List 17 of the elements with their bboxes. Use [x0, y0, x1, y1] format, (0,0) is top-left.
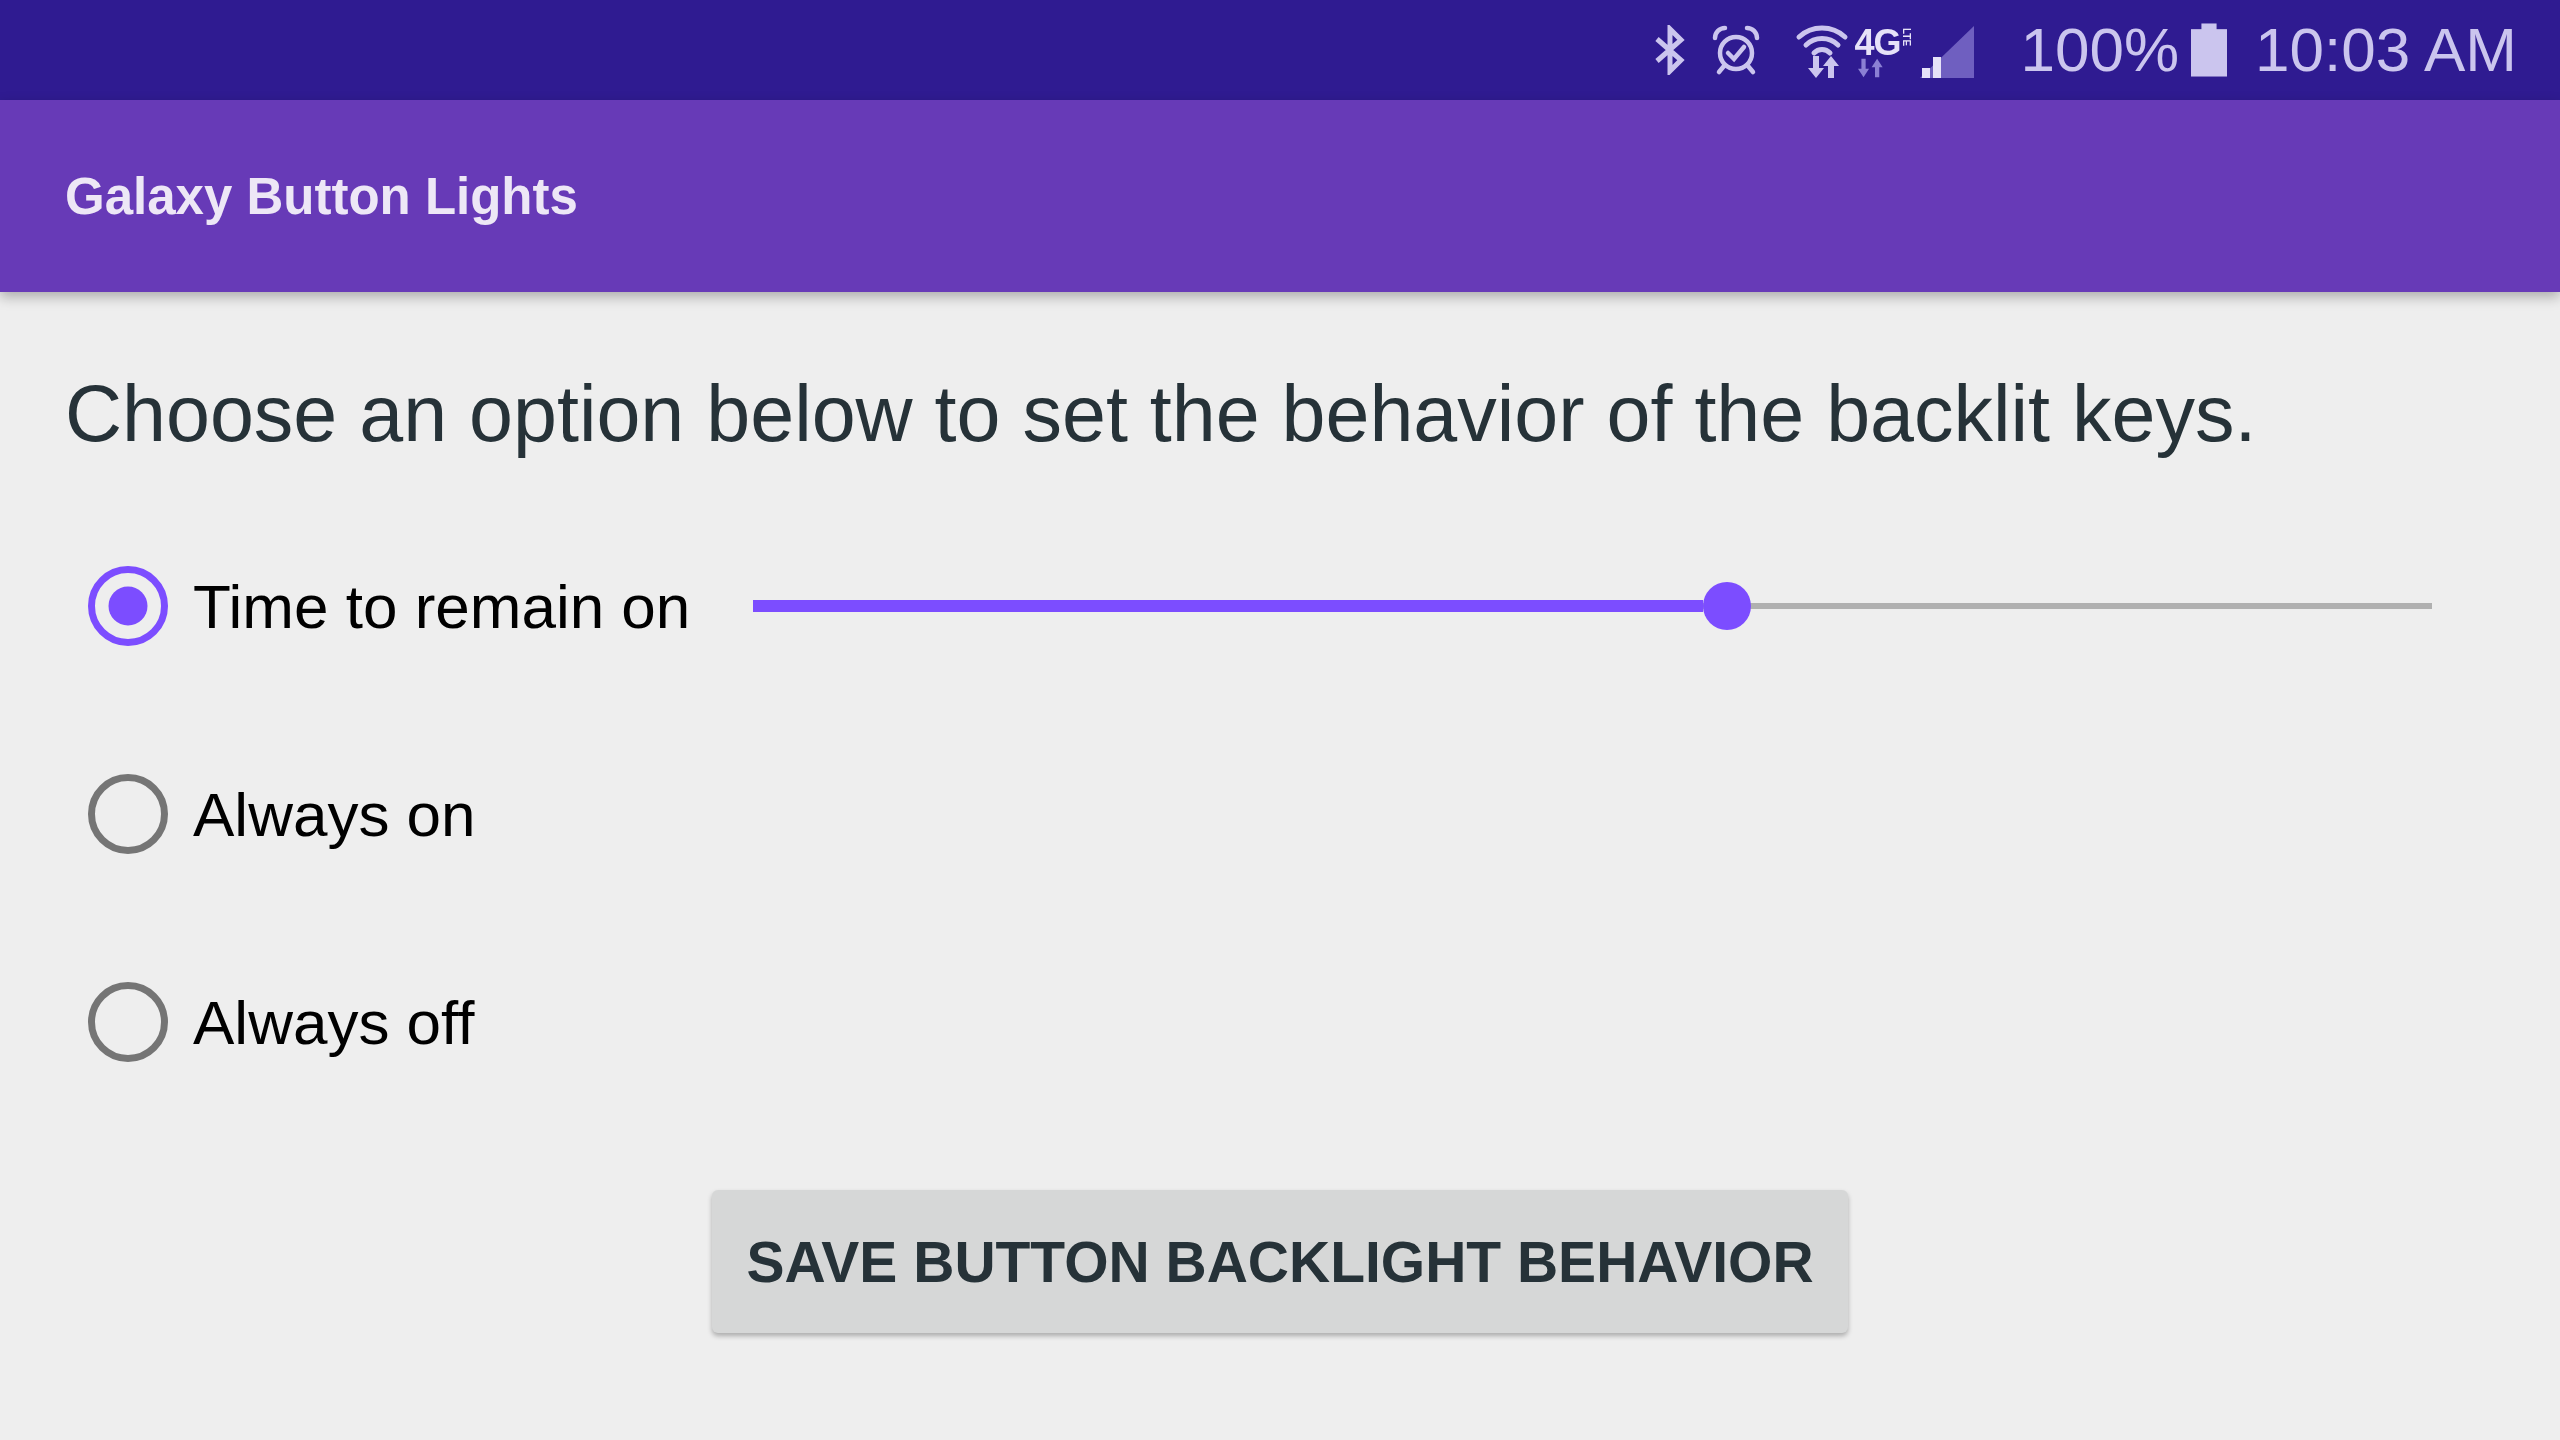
instruction-text: Choose an option below to set the behavior of the backlit keys. [65, 368, 2257, 460]
network-type-label: 4G [1854, 28, 1901, 58]
save-button[interactable]: SAVE BUTTON BACKLIGHT BEHAVIOR [712, 1190, 1848, 1333]
option-label[interactable]: Always off [193, 986, 475, 1058]
option-label[interactable]: Always on [193, 778, 476, 850]
slider-thumb[interactable] [1702, 582, 1751, 630]
alarm-clock-icon [1711, 24, 1762, 76]
network-sub-label: LTE [1901, 28, 1913, 47]
clock-time: 10:03 AM [2255, 19, 2517, 81]
radio-button[interactable] [88, 566, 168, 646]
radio-button[interactable] [88, 774, 168, 854]
option-label[interactable]: Time to remain on [193, 570, 691, 642]
signal-icon [1920, 26, 1975, 78]
app-title: Galaxy Button Lights [65, 166, 578, 226]
battery-percent: 100% [2020, 19, 2180, 81]
battery-icon [2191, 23, 2228, 77]
radio-button[interactable] [88, 982, 168, 1062]
